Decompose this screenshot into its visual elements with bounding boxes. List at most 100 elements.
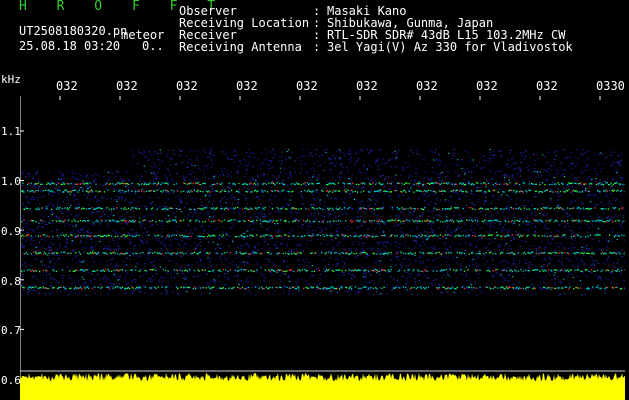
signal-point: [471, 190, 473, 192]
signal-point: [51, 182, 53, 184]
signal-point: [60, 183, 62, 186]
signal-point: [489, 234, 491, 236]
signal-point: [335, 269, 337, 271]
signal-point: [124, 220, 126, 222]
signal-point: [477, 269, 479, 271]
signal-point: [154, 286, 156, 289]
signal-point: [390, 252, 392, 254]
signal-point: [256, 219, 258, 221]
signal-point: [328, 287, 330, 289]
signal-point: [161, 182, 163, 184]
signal-point: [219, 287, 221, 289]
signal-point: [177, 252, 179, 254]
signal-point: [611, 287, 613, 289]
signal-point: [421, 183, 424, 186]
signal-point: [496, 268, 498, 271]
signal-point: [337, 182, 340, 184]
signal-point: [61, 183, 64, 185]
signal-point: [460, 182, 462, 184]
signal-point: [299, 270, 301, 272]
signal-point: [124, 191, 126, 193]
signal-point: [325, 184, 328, 186]
signal-point: [213, 286, 215, 288]
signal-point: [181, 251, 184, 254]
signal-point: [171, 189, 173, 191]
signal-point: [513, 189, 515, 192]
signal-point: [168, 207, 170, 209]
signal-point: [334, 183, 336, 185]
signal-point: [123, 253, 125, 255]
signal-point: [526, 208, 528, 210]
signal-point: [544, 183, 546, 186]
signal-point: [225, 269, 227, 271]
signal-point: [547, 287, 550, 289]
signal-point: [384, 270, 386, 272]
signal-point: [472, 235, 474, 237]
signal-point: [274, 270, 276, 272]
signal-point: [485, 252, 487, 254]
signal-point: [201, 235, 203, 238]
signal-point: [202, 191, 204, 193]
signal-point: [546, 189, 548, 191]
signal-point: [55, 208, 58, 210]
signal-point: [30, 287, 32, 289]
signal-point: [165, 269, 167, 271]
signal-point: [306, 287, 308, 289]
signal-point: [527, 234, 529, 236]
signal-point: [504, 288, 506, 290]
signal-point: [514, 220, 516, 222]
signal-point: [183, 236, 185, 238]
signal-point: [52, 287, 54, 289]
signal-point: [490, 219, 492, 222]
signal-point: [550, 190, 552, 192]
x-tick-label: 032: [236, 79, 258, 93]
signal-point: [249, 208, 251, 210]
signal-point: [407, 269, 409, 271]
signal-point: [445, 288, 448, 290]
signal-point: [567, 269, 569, 271]
signal-point: [460, 251, 462, 254]
signal-point: [144, 269, 146, 271]
signal-point: [257, 190, 259, 192]
signal-point: [221, 235, 223, 238]
signal-point: [304, 235, 306, 237]
signal-point: [216, 190, 218, 193]
signal-point: [328, 183, 330, 185]
signal-point: [479, 269, 481, 271]
signal-point: [297, 183, 299, 185]
signal-point: [203, 207, 205, 209]
signal-point: [294, 253, 296, 255]
signal-point: [247, 286, 250, 289]
signal-point: [549, 220, 551, 222]
signal-point: [462, 190, 464, 193]
signal-point: [509, 286, 511, 288]
signal-point: [444, 208, 446, 210]
signal-point: [465, 235, 467, 237]
signal-point: [131, 286, 133, 288]
signal-point: [522, 234, 524, 236]
signal-point: [167, 190, 169, 193]
signal-point: [423, 252, 425, 254]
signal-point: [73, 288, 76, 290]
signal-point: [141, 183, 143, 185]
signal-point: [371, 220, 373, 222]
signal-point: [270, 268, 272, 271]
signal-point: [293, 235, 295, 237]
signal-point: [39, 252, 41, 254]
signal-point: [390, 235, 392, 237]
signal-point: [537, 220, 539, 222]
signal-point: [477, 182, 479, 184]
signal-point: [191, 252, 193, 254]
signal-point: [262, 191, 264, 193]
signal-point: [249, 235, 251, 237]
signal-point: [580, 182, 582, 184]
signal-point: [441, 190, 443, 192]
signal-point: [550, 207, 552, 209]
signal-point: [131, 207, 133, 209]
signal-point: [378, 189, 380, 191]
signal-point: [162, 208, 164, 210]
signal-point: [501, 208, 503, 210]
signal-point: [585, 269, 587, 271]
signal-point: [429, 235, 431, 237]
signal-point: [340, 220, 342, 222]
